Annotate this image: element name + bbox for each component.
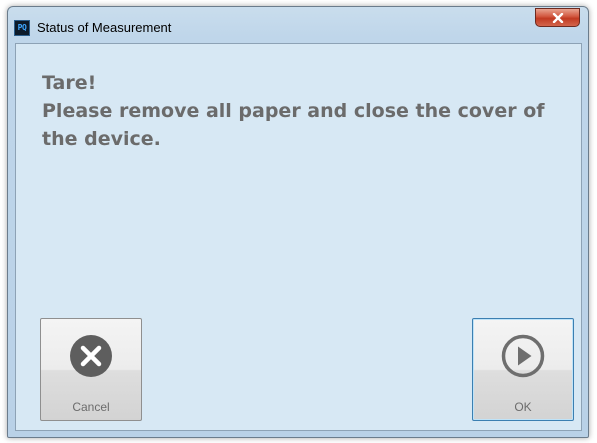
- play-circle-icon: [501, 334, 545, 378]
- cancel-button[interactable]: Cancel: [40, 318, 142, 421]
- status-message: Tare! Please remove all paper and close …: [42, 69, 562, 153]
- message-heading: Tare!: [42, 72, 97, 94]
- close-icon: [552, 13, 564, 23]
- message-body: Please remove all paper and close the co…: [42, 100, 545, 150]
- window-title: Status of Measurement: [37, 20, 172, 35]
- cancel-button-label: Cancel: [72, 400, 110, 414]
- title-bar[interactable]: PQ Status of Measurement: [8, 7, 588, 43]
- dialog-window: PQ Status of Measurement Tare! Please re…: [7, 6, 589, 438]
- ok-button[interactable]: OK: [472, 318, 574, 421]
- ok-button-label: OK: [514, 400, 532, 414]
- close-circle-icon: [70, 335, 112, 377]
- dialog-content: Tare! Please remove all paper and close …: [15, 43, 582, 431]
- app-icon: PQ: [14, 20, 30, 36]
- close-window-button[interactable]: [535, 8, 580, 27]
